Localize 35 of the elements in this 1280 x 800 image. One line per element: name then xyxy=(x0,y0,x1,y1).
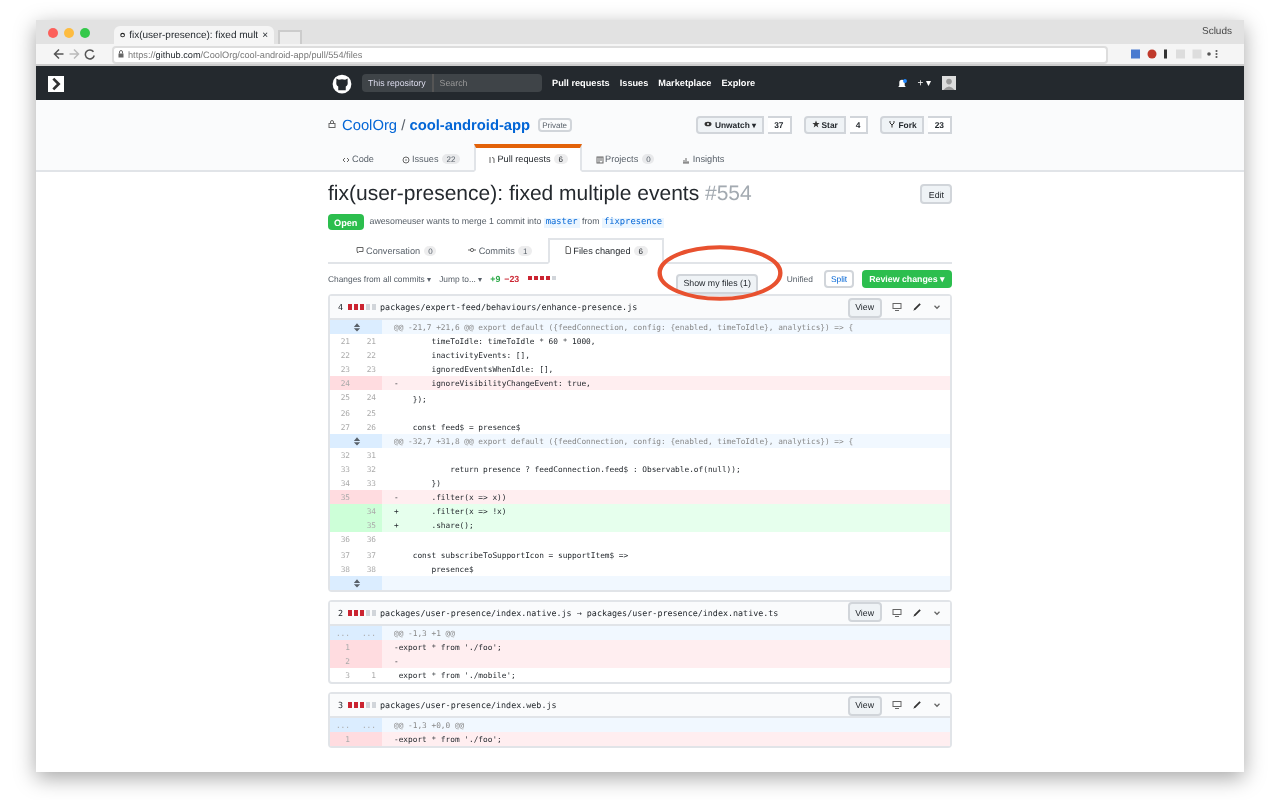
octocat-icon xyxy=(120,30,126,40)
project-board-icon xyxy=(595,155,604,163)
highlight-ring xyxy=(655,244,784,302)
diffstat-icon xyxy=(347,702,377,708)
chevron-down-icon[interactable] xyxy=(932,700,942,711)
monitor-icon[interactable] xyxy=(892,700,902,711)
pencil-icon[interactable] xyxy=(912,607,922,618)
code-icon xyxy=(342,155,350,163)
lock-icon xyxy=(328,120,336,128)
fork-icon xyxy=(888,120,897,128)
github-logo-icon[interactable] xyxy=(332,73,352,93)
monitor-icon[interactable] xyxy=(892,607,902,618)
eye-icon xyxy=(704,120,713,128)
pull-request-icon xyxy=(487,155,496,163)
speech-bubble-icon xyxy=(356,246,364,254)
graph-icon xyxy=(682,155,691,163)
expand-icon[interactable] xyxy=(351,322,361,333)
pull-request-title: fix(user-presence): fixed multiple events #554 xyxy=(328,182,752,206)
chevron-down-icon[interactable] xyxy=(932,302,942,312)
monitor-icon[interactable] xyxy=(892,302,902,312)
expand-icon[interactable] xyxy=(351,577,361,588)
commit-icon xyxy=(468,246,477,254)
diffstat-icon xyxy=(347,610,377,616)
chevron-down-icon[interactable] xyxy=(932,607,942,618)
expand-icon[interactable] xyxy=(351,435,361,446)
diffstat-icon xyxy=(527,275,557,281)
star-icon xyxy=(811,120,820,128)
sidebar-toggle-icon[interactable] xyxy=(48,75,64,91)
pencil-icon[interactable] xyxy=(912,302,922,312)
bell-icon[interactable] xyxy=(895,77,908,89)
issue-icon xyxy=(401,155,410,163)
lock-icon xyxy=(118,50,124,58)
diffstat-icon xyxy=(347,304,377,310)
pencil-icon[interactable] xyxy=(912,700,922,711)
file-icon xyxy=(563,246,572,254)
